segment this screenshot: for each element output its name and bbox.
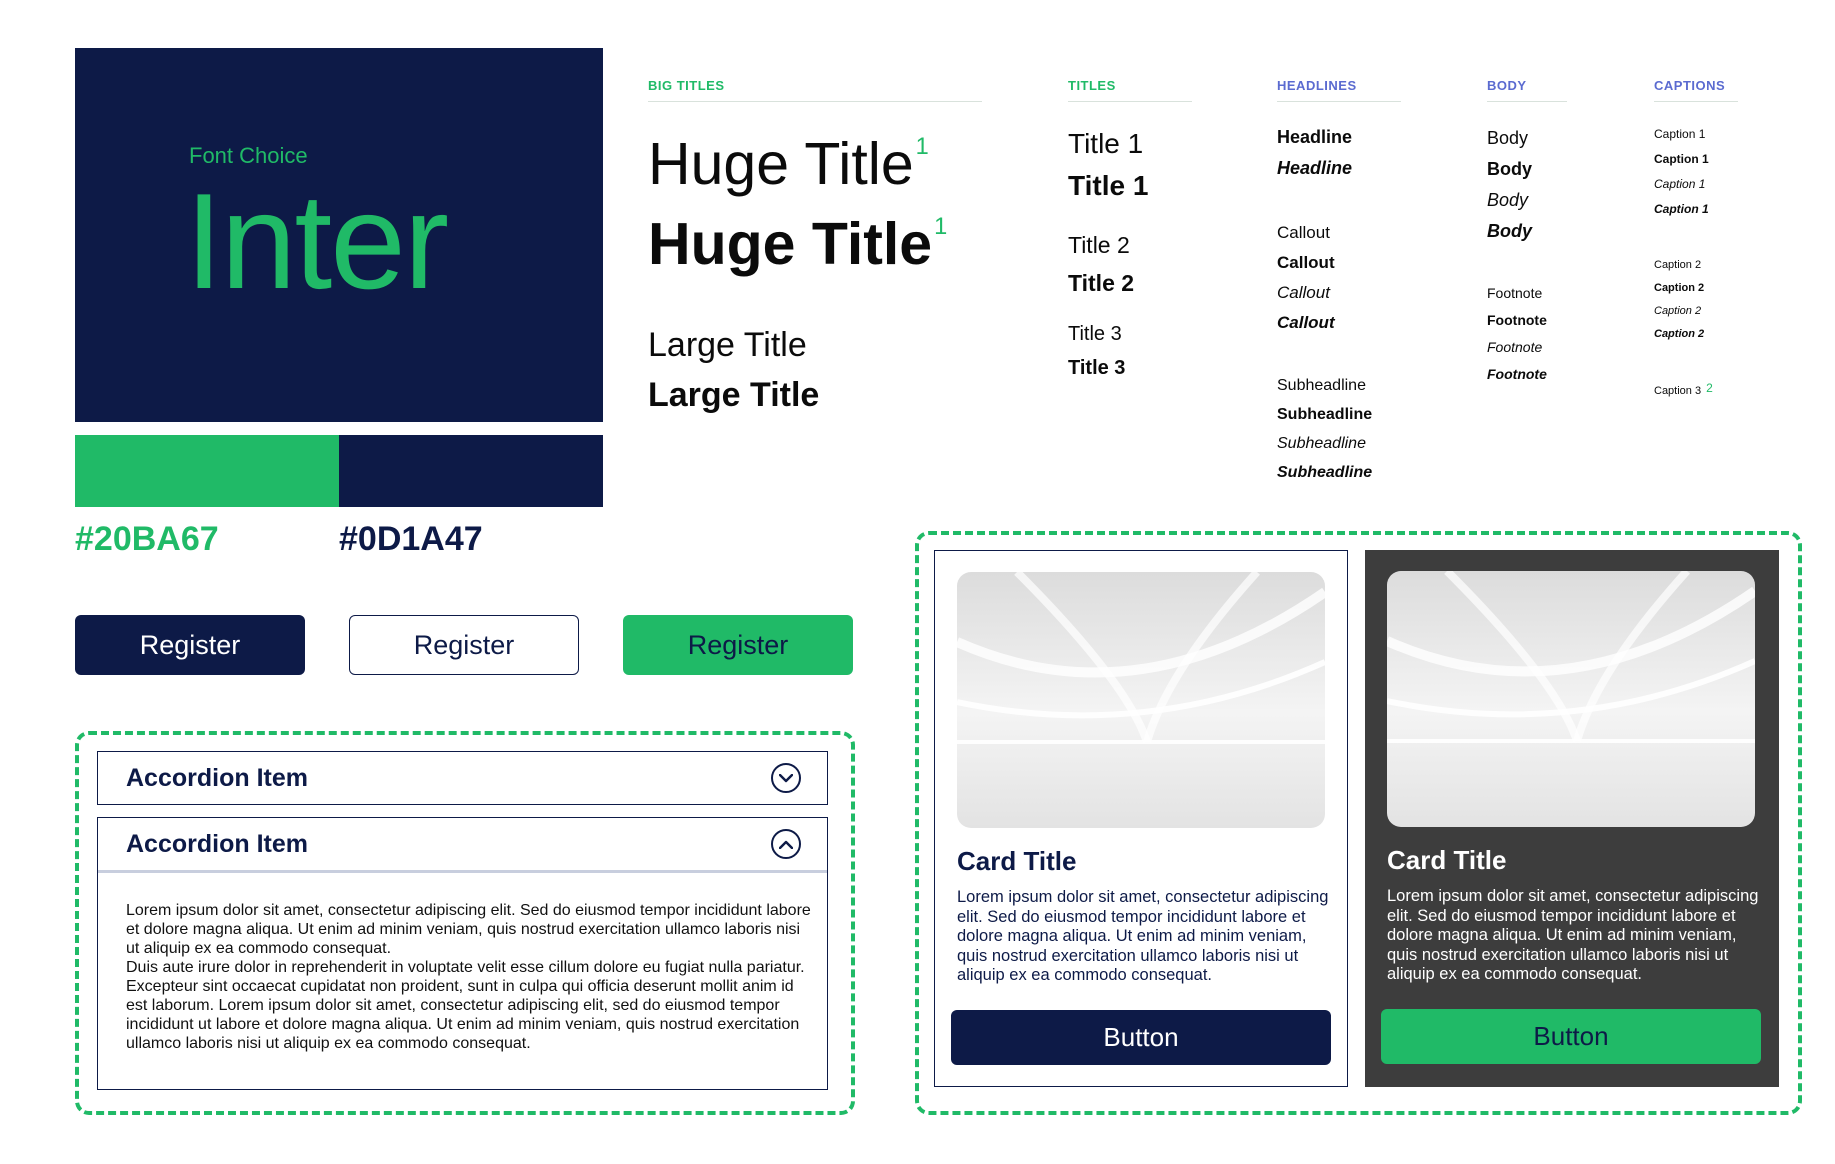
huge-title-bold: Huge Title1 <box>648 211 948 277</box>
footnote-bold-italic: Footnote <box>1487 366 1547 382</box>
caption-2-italic: Caption 2 <box>1654 305 1702 317</box>
footnote-bold: Footnote <box>1487 312 1547 328</box>
subheadline-italic: Subheadline <box>1277 435 1366 452</box>
column-heading-captions: CAPTIONS <box>1654 78 1738 102</box>
card-button[interactable]: Button <box>1381 1009 1761 1064</box>
card-title: Card Title <box>1387 845 1507 875</box>
caption-3-regular: Caption 32 <box>1654 381 1713 397</box>
headline-bold: Headline <box>1277 127 1353 147</box>
card-image <box>957 572 1325 828</box>
font-choice-panel: Font Choice Inter <box>75 48 603 422</box>
register-button-success[interactable]: Register <box>623 615 853 675</box>
footnote-marker: 1 <box>934 214 948 240</box>
subheadline-bold: Subheadline <box>1277 406 1373 423</box>
title-1-bold: Title 1 <box>1068 170 1149 201</box>
callout-italic: Callout <box>1277 283 1330 302</box>
footnote-regular: Footnote <box>1487 285 1543 301</box>
card-text: Lorem ipsum dolor sit amet, consectetur … <box>1387 887 1759 983</box>
accordion-title: Accordion Item <box>126 829 308 858</box>
body-bold: Body <box>1487 159 1532 179</box>
title-3-bold: Title 3 <box>1068 357 1126 379</box>
footnote-marker: 2 <box>1706 381 1713 395</box>
title-2-regular: Title 2 <box>1068 232 1130 258</box>
card-text: Lorem ipsum dolor sit amet, consectetur … <box>957 888 1329 984</box>
subheadline-regular: Subheadline <box>1277 377 1366 394</box>
card-dark: Card Title Lorem ipsum dolor sit amet, c… <box>1365 550 1779 1087</box>
register-button-outline[interactable]: Register <box>349 615 579 675</box>
title-2-bold: Title 2 <box>1068 270 1135 296</box>
caption-1-italic: Caption 1 <box>1654 177 1706 191</box>
color-swatch-navy <box>339 435 603 507</box>
accordion-title: Accordion Item <box>126 763 308 792</box>
body-bold-italic: Body <box>1487 221 1532 241</box>
card-button[interactable]: Button <box>951 1010 1331 1065</box>
column-heading-headlines: HEADLINES <box>1277 78 1401 102</box>
column-heading-big-titles: BIG TITLES <box>648 78 982 102</box>
chevron-down-circle-icon[interactable] <box>771 763 801 793</box>
headline-bold-italic: Headline <box>1277 158 1353 178</box>
accordion-body: Lorem ipsum dolor sit amet, consectetur … <box>98 870 827 1073</box>
caption-2-bold-italic: Caption 2 <box>1654 328 1705 340</box>
caption-1-bold-italic: Caption 1 <box>1654 202 1709 216</box>
column-heading-titles: TITLES <box>1068 78 1192 102</box>
font-name: Inter <box>185 165 449 317</box>
chevron-up-circle-icon[interactable] <box>771 829 801 859</box>
body-regular: Body <box>1487 128 1529 148</box>
title-1-regular: Title 1 <box>1068 128 1144 159</box>
subheadline-bold-italic: Subheadline <box>1277 464 1373 481</box>
color-hex-navy: #0D1A47 <box>339 520 483 558</box>
large-title-regular: Large Title <box>648 326 807 364</box>
column-heading-body: BODY <box>1487 78 1567 102</box>
accordion-item-collapsed[interactable]: Accordion Item <box>97 751 828 805</box>
footnote-marker: 1 <box>915 134 929 160</box>
accordion-header[interactable]: Accordion Item <box>98 752 827 804</box>
color-swatch-green <box>75 435 339 507</box>
caption-1-bold: Caption 1 <box>1654 152 1709 166</box>
color-hex-green: #20BA67 <box>75 520 219 558</box>
card-image <box>1387 571 1755 827</box>
accordion-item-expanded[interactable]: Accordion Item Lorem ipsum dolor sit ame… <box>97 817 828 1090</box>
title-3-regular: Title 3 <box>1068 323 1122 345</box>
huge-title-regular: Huge Title1 <box>648 131 929 197</box>
footnote-italic: Footnote <box>1487 339 1543 355</box>
card-title: Card Title <box>957 846 1077 876</box>
callout-bold-italic: Callout <box>1277 313 1335 332</box>
callout-bold: Callout <box>1277 253 1335 272</box>
register-button-primary[interactable]: Register <box>75 615 305 675</box>
caption-2-bold: Caption 2 <box>1654 282 1705 294</box>
accordion-paragraph-1: Lorem ipsum dolor sit amet, consectetur … <box>126 902 811 957</box>
callout-regular: Callout <box>1277 223 1330 242</box>
accordion-header[interactable]: Accordion Item <box>98 818 827 870</box>
caption-1-regular: Caption 1 <box>1654 127 1706 141</box>
accordion-paragraph-2: Duis aute irure dolor in reprehenderit i… <box>126 959 805 1052</box>
card-light: Card Title Lorem ipsum dolor sit amet, c… <box>934 550 1348 1087</box>
body-italic: Body <box>1487 190 1529 210</box>
large-title-bold: Large Title <box>648 376 820 414</box>
caption-2-regular: Caption 2 <box>1654 259 1702 271</box>
